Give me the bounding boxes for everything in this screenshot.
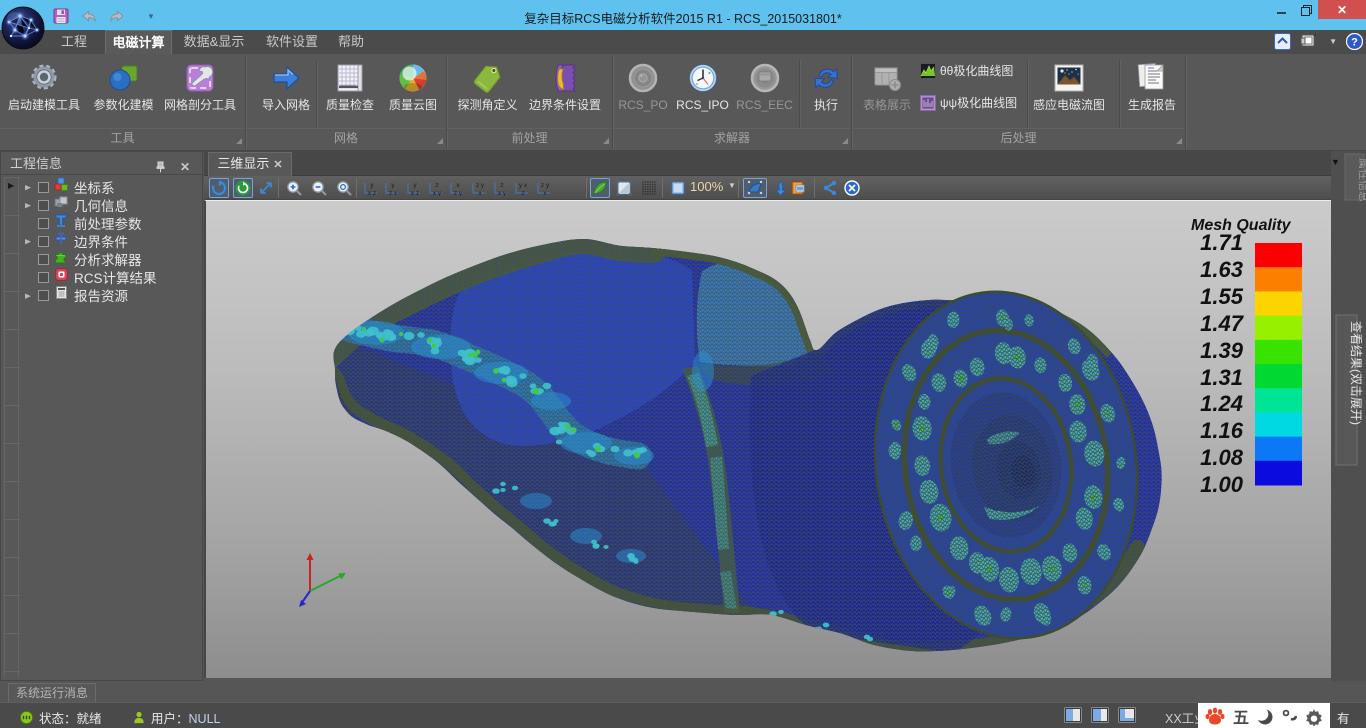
svg-text:1.39: 1.39 bbox=[1200, 338, 1244, 363]
svg-text:1.47: 1.47 bbox=[1200, 311, 1245, 336]
svg-text:x: x bbox=[457, 182, 461, 189]
svg-text:1.71: 1.71 bbox=[1200, 230, 1243, 255]
svg-text:1.24: 1.24 bbox=[1200, 391, 1243, 416]
svg-text:1.16: 1.16 bbox=[1200, 418, 1244, 443]
svg-text:z y: z y bbox=[454, 190, 463, 196]
svg-text:属性信息: 属性信息 bbox=[1357, 158, 1366, 202]
svg-text:z y: z y bbox=[541, 182, 550, 189]
svg-text:查看结果(双击展开): 查看结果(双击展开) bbox=[1349, 321, 1363, 425]
svg-text:1.31: 1.31 bbox=[1200, 365, 1243, 390]
svg-text:?: ? bbox=[1351, 37, 1358, 49]
svg-text:x y: x y bbox=[498, 190, 507, 196]
svg-text:1.63: 1.63 bbox=[1200, 257, 1243, 282]
svg-text:1.08: 1.08 bbox=[1200, 445, 1244, 470]
svg-text:x z: x z bbox=[411, 190, 419, 196]
svg-text:y: y bbox=[413, 182, 417, 189]
svg-text:y: y bbox=[392, 182, 396, 189]
svg-text:y: y bbox=[370, 182, 374, 189]
svg-text:x z: x z bbox=[367, 190, 375, 196]
svg-text:z: z bbox=[435, 182, 438, 189]
svg-text:1.55: 1.55 bbox=[1200, 284, 1244, 309]
svg-text:z x: z x bbox=[389, 190, 398, 196]
svg-text:z: z bbox=[522, 190, 525, 196]
svg-text:x y: x y bbox=[432, 190, 441, 196]
svg-text:z y: z y bbox=[476, 182, 485, 189]
svg-text:y x: y x bbox=[519, 182, 528, 189]
svg-text:1.00: 1.00 bbox=[1200, 472, 1244, 497]
svg-text:z: z bbox=[500, 182, 503, 189]
